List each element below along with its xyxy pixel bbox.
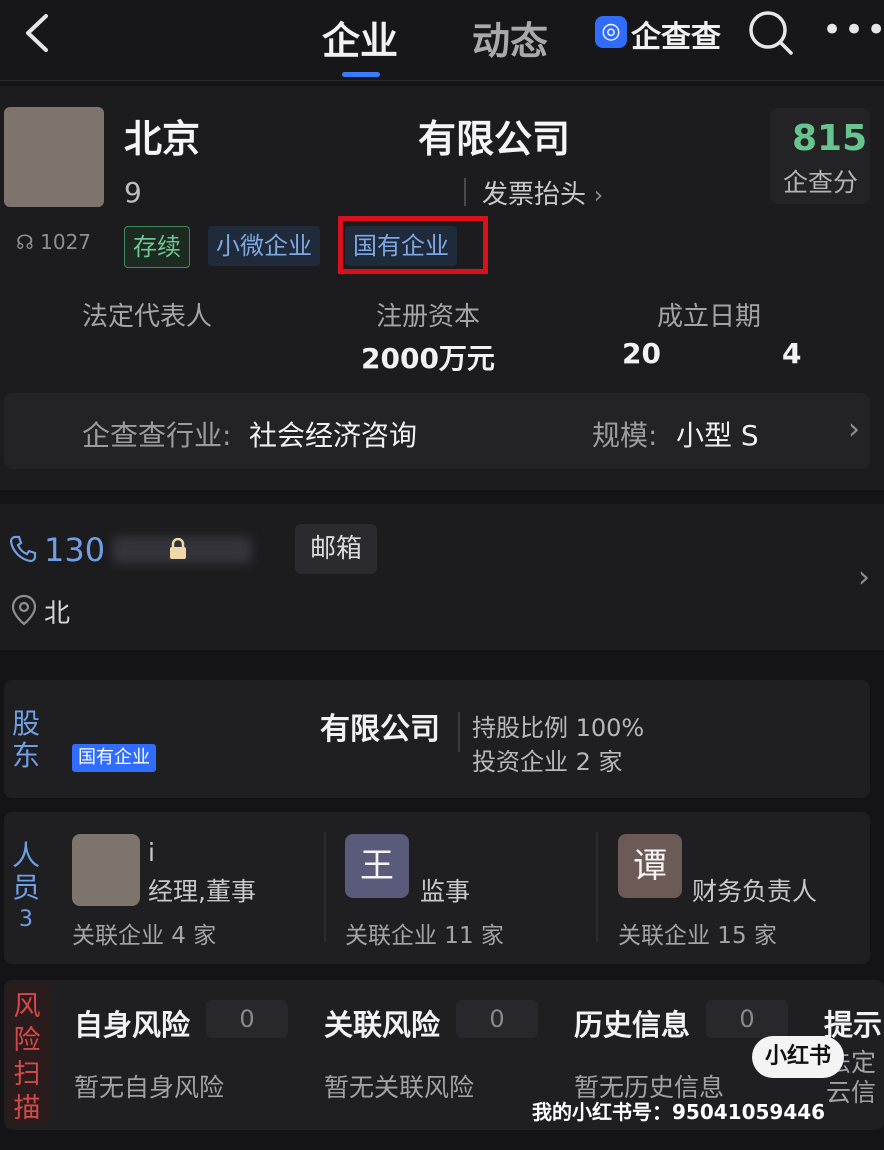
founded-day: 4 [782,337,802,370]
person-role: 经理,董事 [148,877,256,906]
self-risk-count: 0 [206,1000,288,1038]
section-label-char: 股 [11,707,40,740]
capital-label: 注册资本 [376,302,481,332]
avatar[interactable]: 王 [345,834,409,898]
qichacha-logo-icon: ◎ [595,16,627,48]
chevron-right-icon[interactable]: › [858,560,870,595]
person-role: 财务负责人 [692,877,818,906]
legal-rep-label: 法定代表人 [82,302,213,332]
divider [464,178,466,206]
scale-value: 小型 S [676,419,759,452]
search-icon[interactable] [748,10,794,60]
divider [324,832,326,942]
related-risk-title[interactable]: 关联风险 [324,1002,440,1044]
company-logo [4,107,104,207]
related-risk-desc: 暂无关联风险 [324,1073,475,1102]
more-options-icon[interactable]: ••• [822,10,884,50]
invested-companies: 投资企业 2 家 [472,748,623,776]
brand-name[interactable]: 企查查 [631,12,721,56]
status-badge: 存续 [124,226,190,268]
size-badge: 小微企业 [208,226,320,266]
shareholder-section-label: 股 东 [10,708,42,772]
history-info-count: 0 [706,1000,788,1038]
industry-label: 企查查行业: [82,419,232,452]
section-label-char: 人 [11,839,40,872]
watermark-text: 我的小红书号：95041059446 [532,1100,826,1124]
qcc-score-label: 企查分 [783,168,859,197]
company-name-start: 北京 [124,117,201,161]
person-associated: 关联企业 15 家 [618,923,777,949]
founded-year: 20 [622,337,661,370]
credit-code: 9 [124,176,142,209]
qcc-score: 815 [792,118,868,159]
active-tab-indicator [342,72,380,77]
invoice-header-link[interactable]: 发票抬头 › [482,174,603,211]
eye-icon: ☊ [16,230,41,254]
divider [596,832,598,942]
industry-value: 社会经济咨询 [249,419,418,452]
tab-dynamics[interactable]: 动态 [472,10,548,65]
divider [458,712,460,752]
self-risk-title[interactable]: 自身风险 [74,1002,190,1044]
tab-enterprise[interactable]: 企业 [322,10,398,65]
risk-section-label: 风 险 扫 描 [10,990,44,1126]
personnel-section-label: 人 员 3 [10,840,42,936]
person-associated: 关联企业 11 家 [345,923,504,949]
share-ratio: 持股比例 100% [472,714,645,742]
shareholder-soe-badge: 国有企业 [72,744,156,772]
back-icon[interactable] [22,10,52,63]
section-label-char: 险 [13,1025,41,1056]
history-info-title[interactable]: 历史信息 [574,1002,690,1044]
lock-icon [168,537,188,560]
person-role: 监事 [420,877,471,906]
contact-card [0,504,884,650]
section-label-char: 风 [13,991,41,1022]
email-button[interactable]: 邮箱 [295,524,377,574]
phone-icon[interactable] [8,534,38,568]
scale-label: 规模: [592,419,658,452]
address-text[interactable]: 北 [44,593,70,630]
person-associated: 关联企业 4 家 [72,923,217,949]
avatar[interactable]: 谭 [618,834,682,898]
related-risk-count: 0 [456,1000,538,1038]
chevron-right-icon: › [586,181,604,209]
founded-label: 成立日期 [657,302,762,332]
view-count-value: 1027 [40,230,92,254]
personnel-count: 3 [19,907,33,932]
company-name-end: 有限公司 [418,117,571,161]
self-risk-desc: 暂无自身风险 [74,1073,225,1102]
section-label-char: 扫 [13,1059,41,1090]
location-pin-icon [10,594,38,630]
chevron-right-icon[interactable]: › [848,412,860,447]
section-label-char: 描 [13,1093,41,1124]
section-label-char: 东 [11,739,40,772]
xiaohongshu-logo: 小红书 [752,1036,844,1078]
avatar[interactable] [72,834,140,906]
view-count: ☊ 1027 [16,230,91,254]
section-label-char: 员 [11,871,40,904]
red-highlight-box [338,216,488,274]
phone-number[interactable]: 130 [44,531,105,569]
capital-value: 2000万元 [361,342,495,375]
shareholder-name[interactable]: 有限公司 [320,704,440,748]
invoice-link-label: 发票抬头 [482,180,587,210]
person-name[interactable]: i [148,838,155,867]
